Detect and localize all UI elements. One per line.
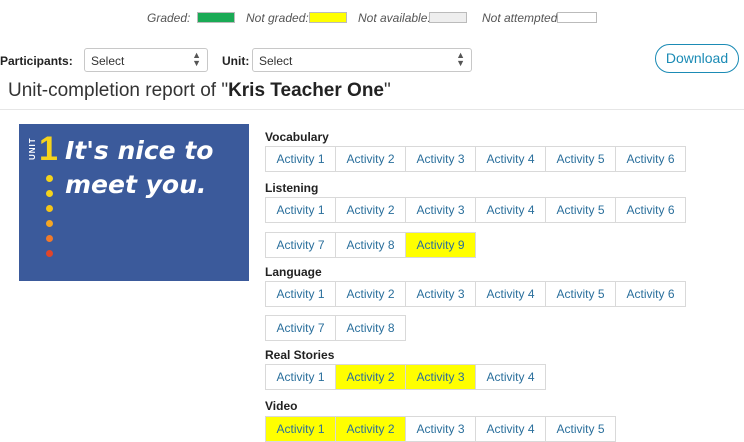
legend-not-attempted-label: Not attempted: bbox=[482, 11, 561, 25]
activity-link[interactable]: Activity 4 bbox=[475, 197, 546, 223]
activity-link[interactable]: Activity 1 bbox=[265, 416, 336, 442]
participants-label: Participants: bbox=[0, 54, 73, 68]
activity-link[interactable]: Activity 9 bbox=[405, 232, 476, 258]
page-title: Unit-completion report of "Kris Teacher … bbox=[8, 80, 391, 102]
section-title: Listening bbox=[265, 181, 319, 195]
unit-select-value: Select bbox=[259, 54, 293, 68]
activity-link[interactable]: Activity 4 bbox=[475, 281, 546, 307]
activity-link[interactable]: Activity 3 bbox=[405, 364, 476, 390]
activity-link[interactable]: Activity 5 bbox=[545, 146, 616, 172]
activity-link[interactable]: Activity 3 bbox=[405, 281, 476, 307]
activity-link[interactable]: Activity 1 bbox=[265, 146, 336, 172]
activity-link[interactable]: Activity 4 bbox=[475, 364, 546, 390]
filter-bar: Participants: Select ▲ ▼ Unit: Select ▲ ▼ bbox=[0, 48, 744, 74]
activity-link[interactable]: Activity 3 bbox=[405, 146, 476, 172]
legend-not-available-label: Not available: bbox=[358, 11, 431, 25]
unit-select[interactable]: Select ▲ ▼ bbox=[252, 48, 472, 72]
progress-dot bbox=[46, 235, 53, 242]
activity-link[interactable]: Activity 2 bbox=[335, 146, 406, 172]
activity-link[interactable]: Activity 4 bbox=[475, 416, 546, 442]
progress-dot bbox=[46, 250, 53, 257]
activity-link[interactable]: Activity 1 bbox=[265, 197, 336, 223]
participant-name: Kris Teacher One bbox=[228, 80, 384, 101]
unit-tag: UNIT bbox=[28, 137, 37, 160]
section-title: Video bbox=[265, 399, 298, 413]
activity-link[interactable]: Activity 7 bbox=[265, 315, 336, 341]
activity-link[interactable]: Activity 2 bbox=[335, 364, 406, 390]
download-button[interactable]: Download bbox=[655, 44, 739, 73]
activity-link[interactable]: Activity 6 bbox=[615, 281, 686, 307]
activity-link[interactable]: Activity 1 bbox=[265, 281, 336, 307]
unit-headline-line-2: meet you. bbox=[65, 170, 207, 199]
activity-link[interactable]: Activity 3 bbox=[405, 416, 476, 442]
activity-link[interactable]: Activity 3 bbox=[405, 197, 476, 223]
title-prefix: Unit-completion report of " bbox=[8, 80, 229, 101]
activity-link[interactable]: Activity 6 bbox=[615, 197, 686, 223]
participants-select[interactable]: Select ▲ ▼ bbox=[84, 48, 208, 72]
status-legend: Graded: Not graded: Not available: Not a… bbox=[0, 7, 744, 29]
divider bbox=[0, 109, 744, 110]
unit-number: 1 bbox=[39, 130, 58, 168]
activity-link[interactable]: Activity 1 bbox=[265, 364, 336, 390]
legend-not-graded-label: Not graded: bbox=[246, 11, 309, 25]
activity-link[interactable]: Activity 4 bbox=[475, 146, 546, 172]
activity-link[interactable]: Activity 2 bbox=[335, 197, 406, 223]
progress-dot bbox=[46, 190, 53, 197]
select-arrows-icon: ▲ ▼ bbox=[456, 50, 465, 68]
legend-not-attempted-swatch bbox=[557, 12, 597, 23]
legend-graded-label: Graded: bbox=[147, 11, 191, 25]
unit-headline: It's nice to meet you. bbox=[65, 134, 213, 202]
unit-label: Unit: bbox=[222, 54, 250, 68]
activity-link[interactable]: Activity 8 bbox=[335, 232, 406, 258]
activity-link[interactable]: Activity 5 bbox=[545, 197, 616, 223]
activity-link[interactable]: Activity 8 bbox=[335, 315, 406, 341]
activity-link[interactable]: Activity 5 bbox=[545, 281, 616, 307]
legend-graded-swatch bbox=[197, 12, 235, 23]
section-title: Vocabulary bbox=[265, 130, 329, 144]
participants-select-value: Select bbox=[91, 54, 125, 68]
legend-not-graded-swatch bbox=[309, 12, 347, 23]
unit-headline-line-1: It's nice to bbox=[65, 136, 214, 165]
title-suffix: " bbox=[384, 80, 391, 101]
progress-dot bbox=[46, 220, 53, 227]
activity-link[interactable]: Activity 2 bbox=[335, 416, 406, 442]
activity-link[interactable]: Activity 6 bbox=[615, 146, 686, 172]
activity-link[interactable]: Activity 7 bbox=[265, 232, 336, 258]
activity-link[interactable]: Activity 2 bbox=[335, 281, 406, 307]
section-title: Language bbox=[265, 265, 322, 279]
activity-link[interactable]: Activity 5 bbox=[545, 416, 616, 442]
unit-cover-image: UNIT 1 It's nice to meet you. bbox=[19, 124, 249, 281]
legend-not-available-swatch bbox=[429, 12, 467, 23]
progress-dot bbox=[46, 175, 53, 182]
progress-dot bbox=[46, 205, 53, 212]
select-arrows-icon: ▲ ▼ bbox=[192, 50, 201, 68]
section-title: Real Stories bbox=[265, 348, 335, 362]
